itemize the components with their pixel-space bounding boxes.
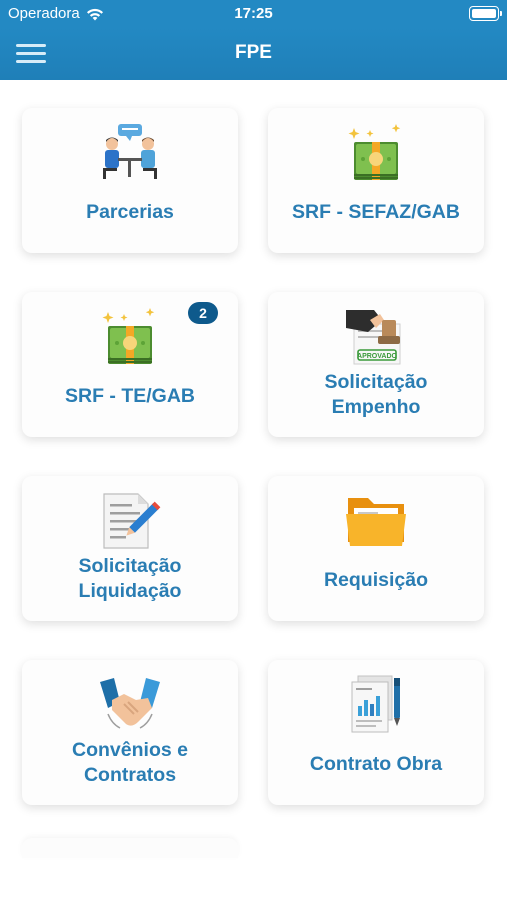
- folder-icon: [346, 498, 406, 546]
- clock: 17:25: [234, 5, 273, 22]
- card-label: Parcerias: [86, 201, 174, 223]
- card-label-line1: Convênios e: [72, 739, 188, 761]
- battery-icon: [469, 6, 502, 21]
- card-parcerias[interactable]: Parcerias: [22, 108, 238, 253]
- navigation-bar: FPE: [0, 28, 507, 80]
- card-solicitacao-empenho[interactable]: APROVADO Solicitação Empenho: [268, 292, 484, 437]
- card-convenios-contratos[interactable]: Convênios e Contratos: [22, 660, 238, 805]
- page-title: FPE: [235, 42, 272, 63]
- document-pen-icon: [103, 493, 161, 549]
- card-label: SRF - TE/GAB: [65, 385, 195, 407]
- card-label: SRF - SEFAZ/GAB: [292, 201, 460, 223]
- report-pen-icon: [351, 675, 400, 733]
- card-requisicao[interactable]: Requisição: [268, 476, 484, 621]
- card-label-line2: Liquidação: [78, 580, 182, 602]
- meeting-icon: [103, 124, 157, 179]
- card-srf-sefaz-gab[interactable]: SRF - SEFAZ/GAB: [268, 108, 484, 253]
- card-label-line2: Empenho: [331, 396, 421, 418]
- card-label: Requisição: [323, 569, 429, 591]
- card-contrato-obra[interactable]: Contrato Obra: [268, 660, 484, 805]
- svg-text:APROVADO: APROVADO: [357, 353, 397, 360]
- money-icon: [348, 124, 401, 180]
- card-label-line1: Solicitação: [78, 555, 182, 577]
- status-bar: Operadora 17:25: [0, 0, 507, 28]
- card-label: Solicitação Liquidação: [30, 554, 230, 604]
- partial-card: [22, 838, 238, 858]
- card-label: Solicitação Empenho: [276, 370, 476, 420]
- card-label: Contrato Obra: [309, 753, 443, 775]
- money-icon: [102, 308, 155, 364]
- card-solicitacao-liquidacao[interactable]: Solicitação Liquidação: [22, 476, 238, 621]
- handshake-icon: [100, 678, 160, 729]
- card-srf-te-gab[interactable]: 2 SRF - TE/GAB: [22, 292, 238, 437]
- card-label-line1: Solicitação: [324, 371, 428, 393]
- card-label-line2: Contratos: [83, 764, 177, 786]
- card-label: Convênios e Contratos: [30, 738, 230, 788]
- approved-stamp-icon: APROVADO: [346, 310, 401, 365]
